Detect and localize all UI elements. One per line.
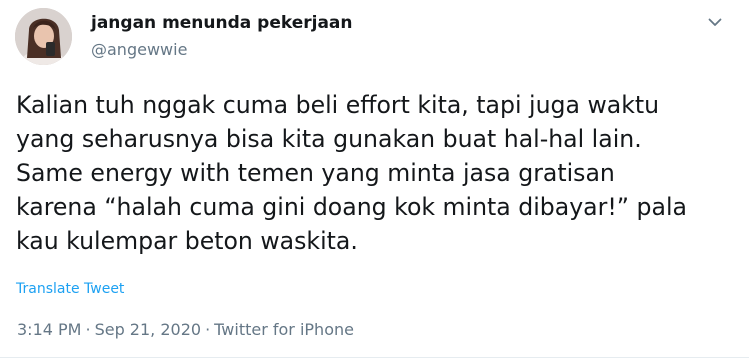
chevron-down-icon (708, 18, 722, 26)
tweet-date[interactable]: Sep 21, 2020 (95, 320, 202, 339)
avatar[interactable] (15, 8, 72, 65)
separator: · (85, 320, 91, 339)
user-handle[interactable]: @angewwie (91, 40, 187, 59)
tweet-source[interactable]: Twitter for iPhone (214, 320, 354, 339)
tweet-time[interactable]: 3:14 PM (17, 320, 81, 339)
avatar-photo (15, 8, 72, 65)
tweet-card: jangan menunda pekerjaan @angewwie Kalia… (0, 0, 749, 358)
tweet-options-button[interactable] (702, 11, 728, 33)
display-name[interactable]: jangan menunda pekerjaan (91, 13, 353, 33)
separator: · (205, 320, 211, 339)
tweet-meta: 3:14 PM · Sep 21, 2020 · Twitter for iPhone (17, 320, 354, 339)
tweet-text: Kalian tuh nggak cuma beli effort kita, … (16, 91, 687, 255)
translate-tweet-link[interactable]: Translate Tweet (16, 281, 124, 297)
